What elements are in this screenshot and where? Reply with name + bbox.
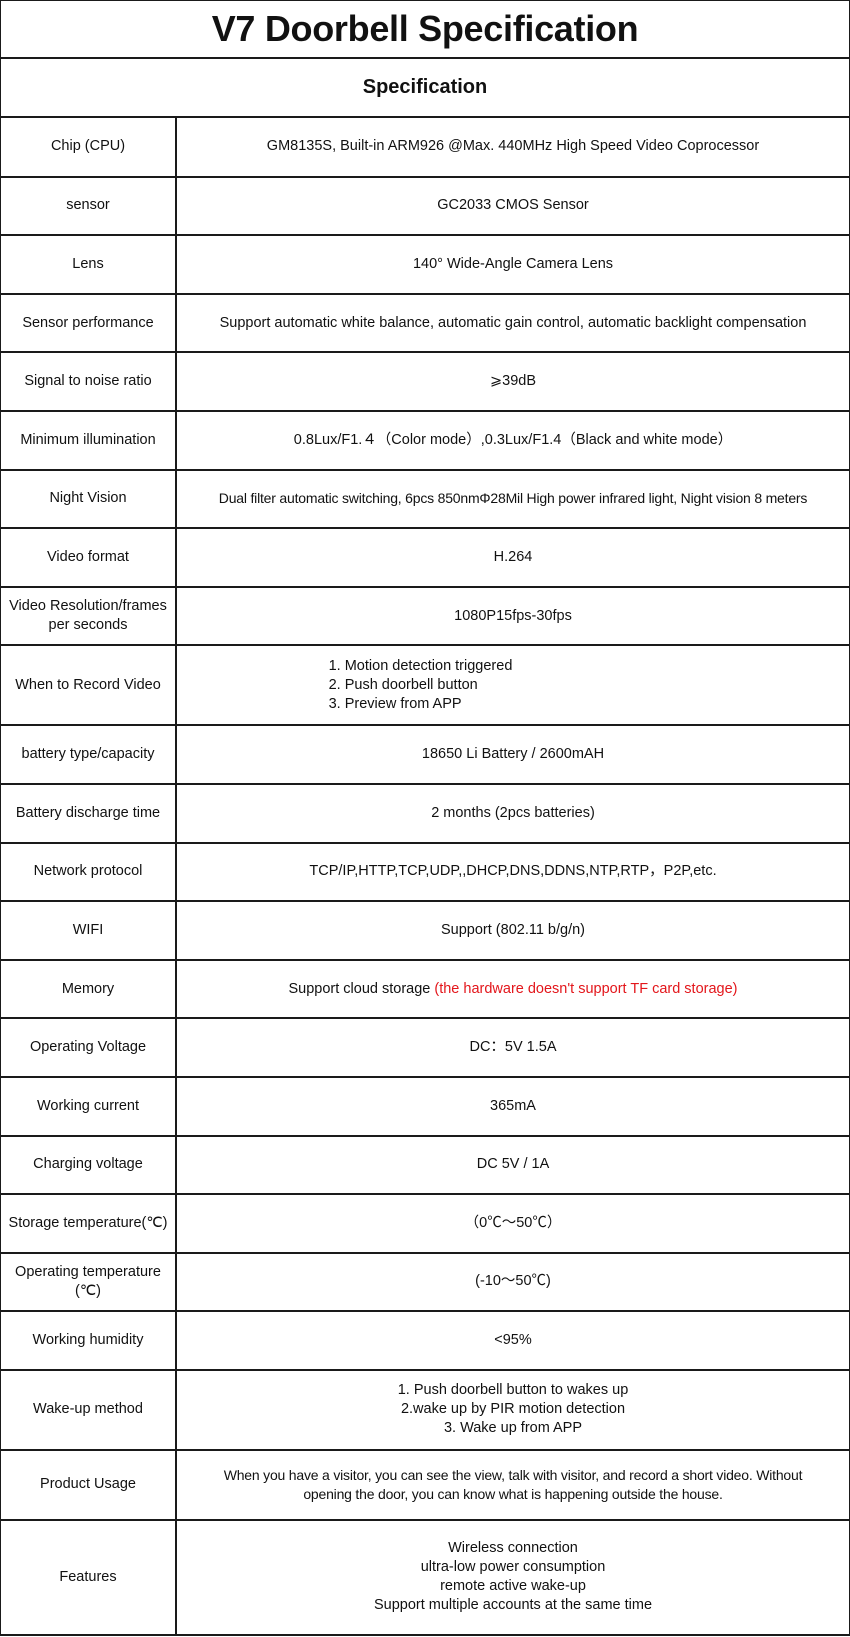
table-row-usage: Product Usage When you have a visitor, y…	[1, 1449, 849, 1521]
row-value: H.264	[176, 528, 849, 588]
list-item: Wireless connection	[448, 1540, 578, 1557]
row-label: When to Record Video	[1, 645, 177, 727]
row-value: (-10～50℃)	[176, 1252, 849, 1313]
page-title: V7 Doorbell Specification	[1, 1, 849, 59]
row-value: 1. Motion detection triggered 2. Push do…	[176, 645, 849, 727]
row-label: Night Vision	[1, 469, 177, 530]
list-item: 2. Push doorbell button	[328, 676, 478, 693]
table-row-lens: Lens 140° Wide-Angle Camera Lens	[1, 235, 849, 295]
row-value: DC：5V 1.5A	[176, 1018, 849, 1078]
table-row-charging-voltage: Charging voltage DC 5V / 1A	[1, 1135, 849, 1196]
row-label: Storage temperature(℃)	[1, 1194, 177, 1254]
table-row-chip: Chip (CPU) GM8135S, Built-in ARM926 @Max…	[1, 118, 849, 178]
row-label: WIFI	[1, 901, 177, 961]
list-item: remote active wake-up	[440, 1578, 586, 1595]
memory-value: Support cloud storage	[288, 980, 435, 997]
row-value: 18650 Li Battery / 2600mAH	[176, 725, 849, 785]
table-row-network-protocol: Network protocol TCP/IP,HTTP,TCP,UDP,,DH…	[1, 842, 849, 903]
table-row-sensor: sensor GC2033 CMOS Sensor	[1, 176, 849, 237]
row-label: battery type/capacity	[1, 725, 177, 785]
row-label: Product Usage	[1, 1449, 177, 1521]
row-value: 2 months (2pcs batteries)	[176, 783, 849, 844]
list-item: 1. Motion detection triggered	[328, 657, 513, 674]
row-value: <95%	[176, 1311, 849, 1371]
row-value: TCP/IP,HTTP,TCP,UDP,,DHCP,DNS,DDNS,NTP,R…	[176, 842, 849, 903]
row-label: Video Resolution/frames per seconds	[1, 586, 177, 647]
spec-sheet: V7 Doorbell Specification Specification …	[0, 0, 850, 1636]
row-label: Video format	[1, 528, 177, 588]
row-value: 365mA	[176, 1076, 849, 1137]
row-value: 1. Push doorbell button to wakes up 2.wa…	[176, 1369, 849, 1451]
row-value: DC 5V / 1A	[176, 1135, 849, 1196]
row-value: When you have a visitor, you can see the…	[176, 1449, 849, 1521]
row-label: Charging voltage	[1, 1135, 177, 1196]
table-row-record-video: When to Record Video 1. Motion detection…	[1, 645, 849, 727]
row-value: 1080P15fps-30fps	[176, 586, 849, 647]
row-label: Battery discharge time	[1, 783, 177, 844]
row-value: Wireless connection ultra-low power cons…	[176, 1519, 849, 1636]
memory-warning-note: (the hardware doesn't support TF card st…	[434, 980, 738, 997]
table-row-snr: Signal to noise ratio ⩾39dB	[1, 352, 849, 412]
list-item: 1. Push doorbell button to wakes up	[397, 1382, 629, 1399]
row-label: Network protocol	[1, 842, 177, 903]
table-row-sensor-performance: Sensor performance Support automatic whi…	[1, 293, 849, 354]
table-row-operating-voltage: Operating Voltage DC：5V 1.5A	[1, 1018, 849, 1078]
list-item: ultra-low power consumption	[420, 1559, 606, 1576]
row-label: Chip (CPU)	[1, 118, 177, 178]
row-value: Support cloud storage (the hardware does…	[176, 959, 849, 1020]
row-label: Wake-up method	[1, 1369, 177, 1451]
list-item: 3. Wake up from APP	[443, 1420, 583, 1437]
list-item: 3. Preview from APP	[328, 695, 462, 712]
table-row-working-current: Working current 365mA	[1, 1076, 849, 1137]
row-value: （0℃～50℃）	[176, 1194, 849, 1254]
row-label: Features	[1, 1519, 177, 1636]
row-label: Memory	[1, 959, 177, 1020]
row-label: Signal to noise ratio	[1, 352, 177, 412]
usage-line: opening the door, you can know what is h…	[303, 1485, 723, 1502]
row-label: Working humidity	[1, 1311, 177, 1371]
row-value: ⩾39dB	[176, 352, 849, 412]
table-row-features: Features Wireless connection ultra-low p…	[1, 1519, 849, 1636]
table-row-wifi: WIFI Support (802.11 b/g/n)	[1, 901, 849, 961]
row-label: Lens	[1, 235, 177, 295]
row-value: Dual filter automatic switching, 6pcs 85…	[176, 469, 849, 530]
row-value: GC2033 CMOS Sensor	[176, 176, 849, 237]
table-row-video-resolution: Video Resolution/frames per seconds 1080…	[1, 586, 849, 647]
list-item: Support multiple accounts at the same ti…	[373, 1597, 653, 1614]
row-label: Operating temperature (℃)	[1, 1252, 177, 1313]
table-row-storage-temp: Storage temperature(℃) （0℃～50℃）	[1, 1194, 849, 1254]
table-row-humidity: Working humidity <95%	[1, 1311, 849, 1371]
row-label: sensor	[1, 176, 177, 237]
row-label: Minimum illumination	[1, 410, 177, 471]
table-row-night-vision: Night Vision Dual filter automatic switc…	[1, 469, 849, 530]
table-row-min-illumination: Minimum illumination 0.8Lux/F1.４（Color m…	[1, 410, 849, 471]
row-value: Support automatic white balance, automat…	[176, 293, 849, 354]
usage-line: When you have a visitor, you can see the…	[223, 1466, 803, 1483]
table-row-operating-temp: Operating temperature (℃) (-10～50℃)	[1, 1252, 849, 1313]
table-row-video-format: Video format H.264	[1, 528, 849, 588]
section-header: Specification	[1, 59, 849, 118]
list-item: 2.wake up by PIR motion detection	[400, 1401, 626, 1418]
row-label: Operating Voltage	[1, 1018, 177, 1078]
table-row-wakeup: Wake-up method 1. Push doorbell button t…	[1, 1369, 849, 1451]
row-value: 140° Wide-Angle Camera Lens	[176, 235, 849, 295]
row-label: Working current	[1, 1076, 177, 1137]
record-video-list: 1. Motion detection triggered 2. Push do…	[329, 657, 513, 714]
table-row-battery-type: battery type/capacity 18650 Li Battery /…	[1, 725, 849, 785]
row-value: Support (802.11 b/g/n)	[176, 901, 849, 961]
table-row-battery-discharge: Battery discharge time 2 months (2pcs ba…	[1, 783, 849, 844]
spec-table: Chip (CPU) GM8135S, Built-in ARM926 @Max…	[1, 118, 849, 1636]
row-label: Sensor performance	[1, 293, 177, 354]
row-value: 0.8Lux/F1.４（Color mode）,0.3Lux/F1.4（Blac…	[176, 410, 849, 471]
table-row-memory: Memory Support cloud storage (the hardwa…	[1, 959, 849, 1020]
row-value: GM8135S, Built-in ARM926 @Max. 440MHz Hi…	[176, 118, 849, 178]
